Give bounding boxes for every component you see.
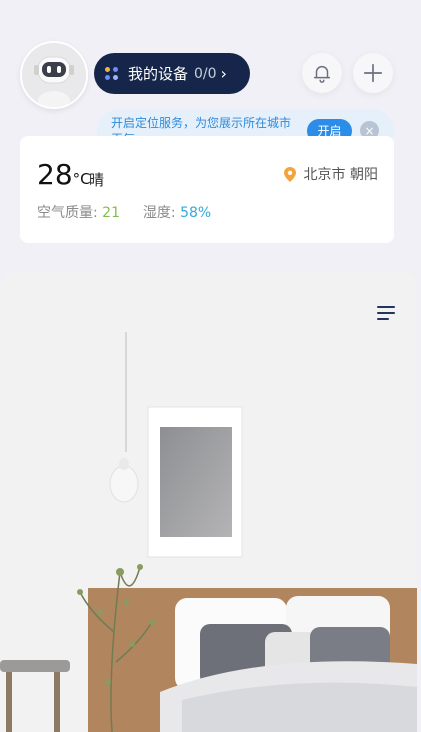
list-menu-icon [377,306,395,320]
plus-icon [363,63,383,83]
weather-metrics: 空气质量: 21 湿度: 58% [37,202,211,222]
humidity-value: 58% [180,205,212,221]
weather-condition: 晴 [89,171,105,189]
room-menu-button[interactable] [377,305,395,325]
temperature: 28°C [37,158,91,191]
humidity-label: 湿度: [142,205,176,221]
room-card[interactable] [0,272,417,732]
temperature-unit: °C [72,170,91,188]
air-quality-value: 21 [102,205,120,221]
chevron-right-icon: › [220,64,227,83]
notifications-button[interactable] [302,53,342,93]
location-text: 北京市 朝阳 [303,167,378,183]
location-pin-icon [283,166,296,182]
weather-location: 北京市 朝阳 [283,164,378,184]
robot-avatar-icon [22,43,86,107]
grid-dots-icon [104,66,120,82]
bedroom-image [0,272,417,732]
avatar[interactable] [20,41,88,109]
weather-card[interactable]: 28°C 晴 北京市 朝阳 空气质量: 21 湿度: 58% [20,136,394,243]
add-button[interactable] [353,53,393,93]
bell-icon [313,65,331,83]
temperature-value: 28 [37,158,73,191]
air-quality-label: 空气质量: [37,205,98,221]
my-devices-label: 我的设备 [128,65,189,83]
device-count: 0/0 [194,65,217,82]
my-devices-button[interactable]: 我的设备 0/0 › [94,53,250,94]
